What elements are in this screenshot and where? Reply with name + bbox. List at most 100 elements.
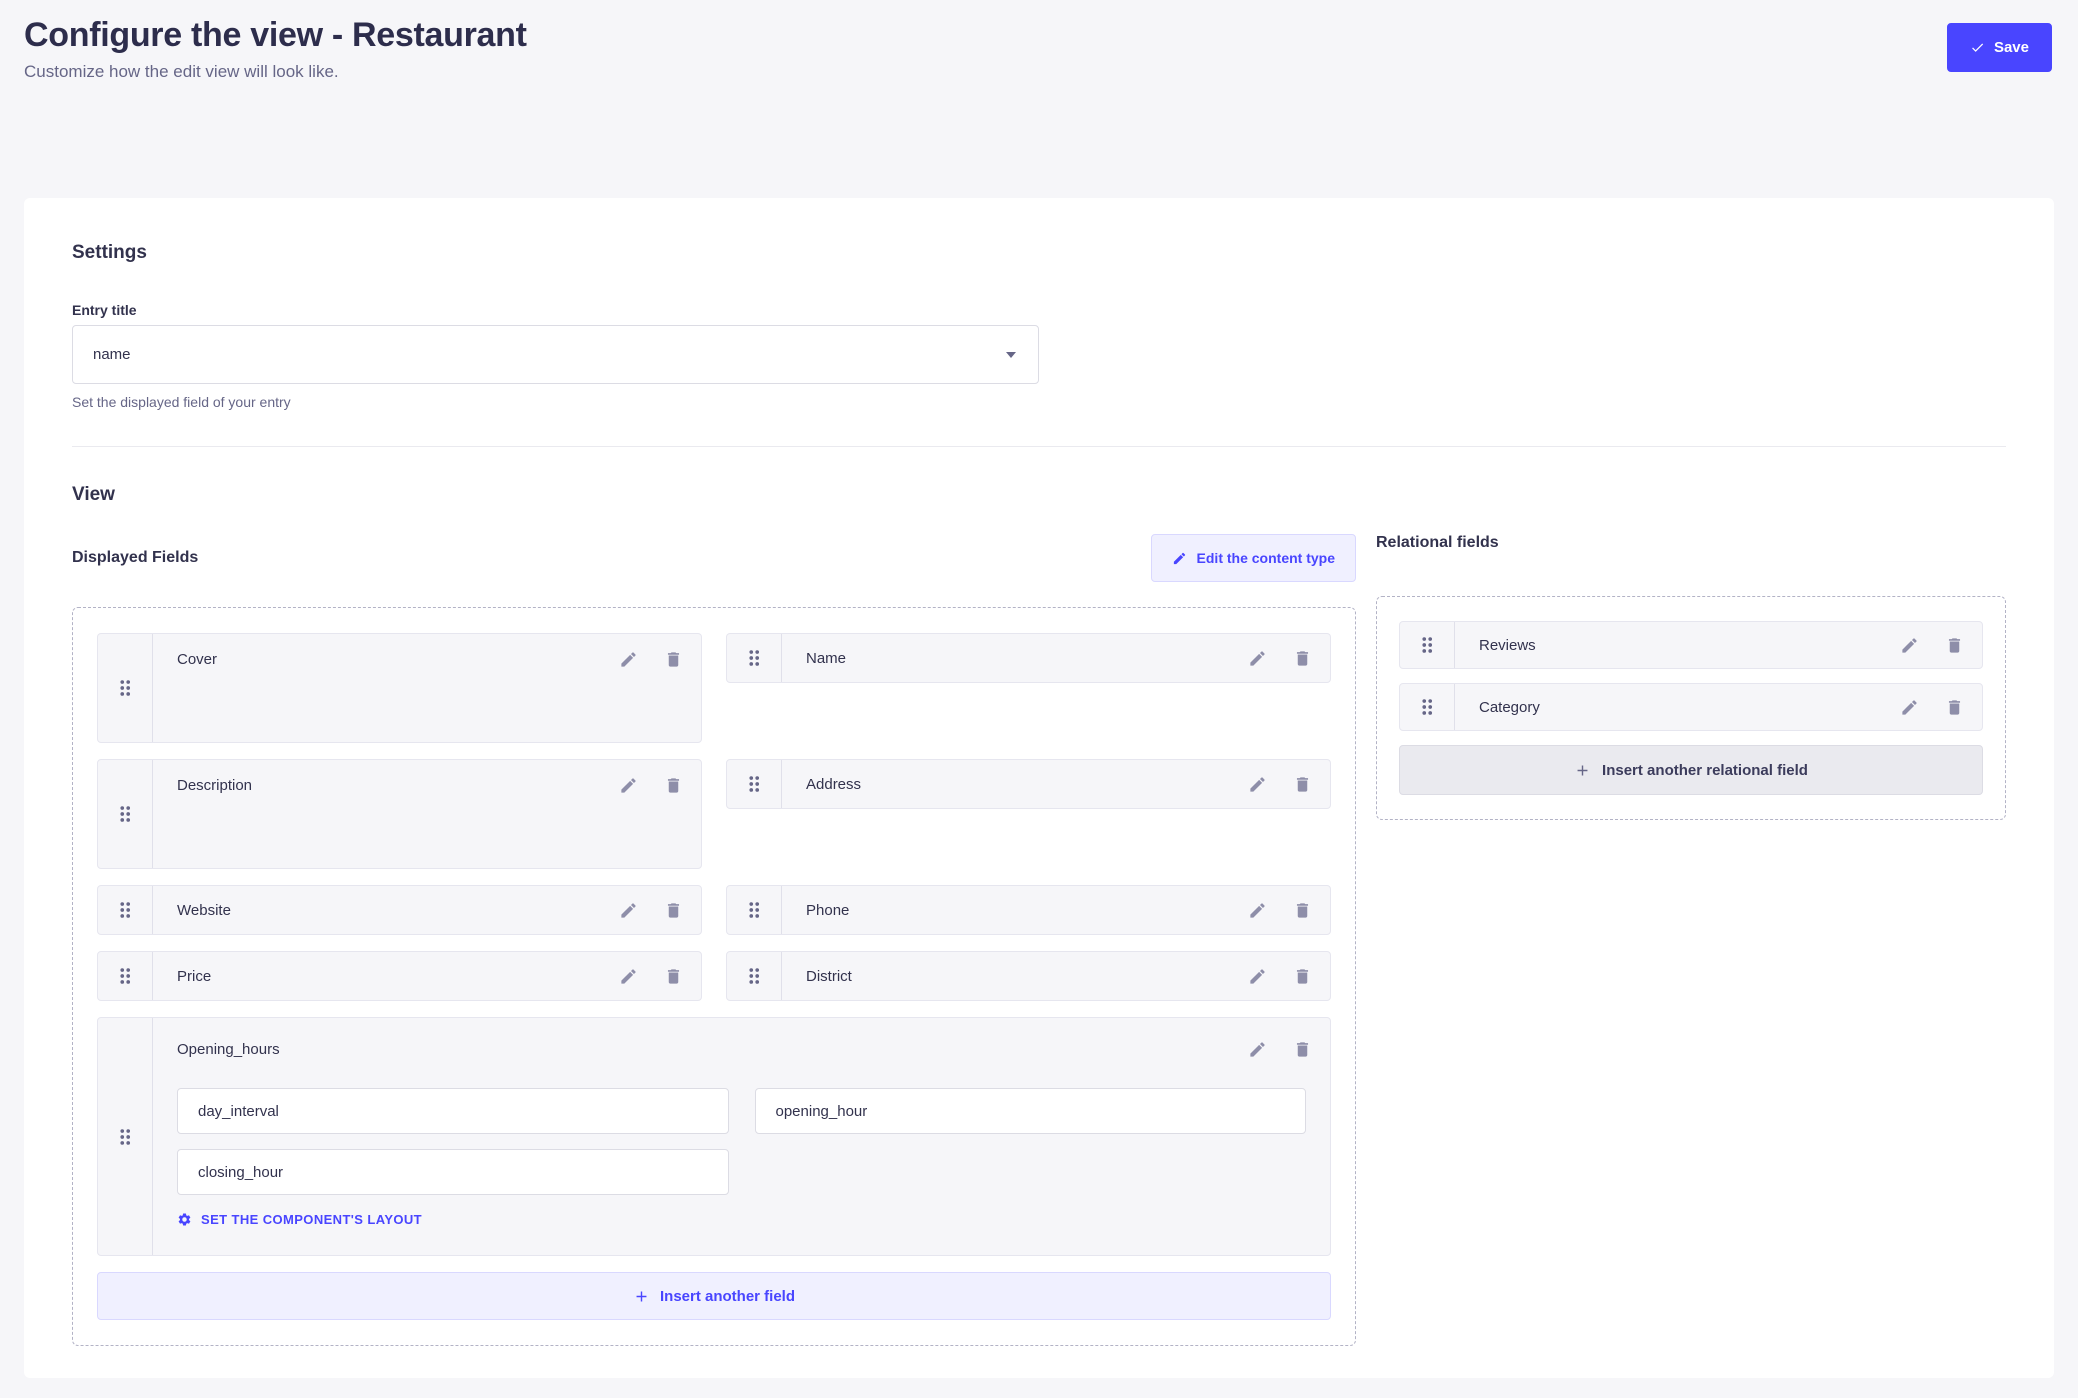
drag-dots-icon: [743, 963, 765, 989]
edit-field-button[interactable]: [1248, 1040, 1267, 1059]
field-card-cover: Cover: [97, 633, 702, 743]
field-card-address: Address: [726, 759, 1331, 809]
drag-handle[interactable]: [98, 886, 153, 934]
field-label: Phone: [806, 902, 1248, 919]
gear-icon: [177, 1212, 192, 1227]
drag-dots-icon: [1416, 694, 1438, 720]
pencil-icon: [1172, 551, 1187, 566]
pencil-icon: [1248, 901, 1267, 920]
delete-field-button[interactable]: [664, 967, 683, 986]
field-card-name: Name: [726, 633, 1331, 683]
check-icon: [1970, 40, 1985, 55]
delete-field-button[interactable]: [664, 901, 683, 920]
insert-another-field-button[interactable]: Insert another field: [97, 1272, 1331, 1320]
configure-view-card: Settings Entry title name Set the displa…: [24, 198, 2054, 1378]
drag-handle[interactable]: [98, 634, 153, 742]
delete-field-button[interactable]: [1945, 636, 1964, 655]
edit-content-type-label: Edit the content type: [1197, 550, 1335, 566]
pencil-icon: [1248, 649, 1267, 668]
drag-handle[interactable]: [727, 634, 782, 682]
chevron-down-icon: [1006, 352, 1016, 358]
edit-field-button[interactable]: [619, 901, 638, 920]
trash-icon: [664, 776, 683, 795]
drag-dots-icon: [114, 675, 136, 701]
relational-card-reviews: Reviews: [1399, 621, 1983, 669]
edit-field-button[interactable]: [619, 967, 638, 986]
set-component-layout-link[interactable]: SET THE COMPONENT'S LAYOUT: [177, 1212, 422, 1227]
edit-field-button[interactable]: [1900, 698, 1919, 717]
field-label: Price: [177, 968, 619, 985]
drag-handle[interactable]: [98, 1018, 153, 1255]
save-button[interactable]: Save: [1947, 23, 2052, 72]
entry-title-label: Entry title: [72, 302, 1039, 318]
pencil-icon: [619, 967, 638, 986]
field-card-phone: Phone: [726, 885, 1331, 935]
field-card-description: Description: [97, 759, 702, 869]
subfield-label: closing_hour: [198, 1164, 283, 1181]
component-subfield-day-interval[interactable]: day_interval: [177, 1088, 729, 1134]
relational-card-category: Category: [1399, 683, 1983, 731]
field-card-website: Website: [97, 885, 702, 935]
delete-field-button[interactable]: [664, 776, 683, 795]
delete-field-button[interactable]: [1293, 901, 1312, 920]
component-subfield-opening-hour[interactable]: opening_hour: [755, 1088, 1307, 1134]
edit-field-button[interactable]: [1248, 775, 1267, 794]
drag-handle[interactable]: [98, 760, 153, 868]
subfield-label: opening_hour: [776, 1103, 868, 1120]
component-subfield-closing-hour[interactable]: closing_hour: [177, 1149, 729, 1195]
field-label: Address: [806, 776, 1248, 793]
drag-handle[interactable]: [1400, 684, 1455, 730]
relational-fields-heading: Relational fields: [1376, 534, 1499, 552]
drag-handle[interactable]: [727, 760, 782, 808]
delete-field-button[interactable]: [1293, 967, 1312, 986]
field-label: Reviews: [1479, 637, 1900, 654]
pencil-icon: [1248, 967, 1267, 986]
subfield-label: day_interval: [198, 1103, 279, 1120]
drag-handle[interactable]: [727, 886, 782, 934]
relational-fields-dropzone: Reviews C: [1376, 596, 2006, 820]
displayed-fields-heading: Displayed Fields: [72, 549, 198, 567]
trash-icon: [1945, 636, 1964, 655]
entry-title-block: Entry title name Set the displayed field…: [72, 302, 1039, 410]
plus-icon: [633, 1288, 650, 1305]
field-card-price: Price: [97, 951, 702, 1001]
field-label: Website: [177, 902, 619, 919]
edit-field-button[interactable]: [1248, 901, 1267, 920]
delete-field-button[interactable]: [1293, 1040, 1312, 1059]
edit-field-button[interactable]: [619, 650, 638, 669]
pencil-icon: [619, 901, 638, 920]
edit-content-type-button[interactable]: Edit the content type: [1151, 534, 1356, 582]
drag-dots-icon: [114, 1124, 136, 1150]
entry-title-selected-value: name: [93, 346, 131, 363]
edit-field-button[interactable]: [619, 776, 638, 795]
field-label: Name: [806, 650, 1248, 667]
page-header: Configure the view - Restaurant Customiz…: [0, 0, 2078, 198]
trash-icon: [1945, 698, 1964, 717]
edit-field-button[interactable]: [1248, 649, 1267, 668]
drag-handle[interactable]: [98, 952, 153, 1000]
drag-dots-icon: [114, 897, 136, 923]
drag-dots-icon: [743, 771, 765, 797]
drag-dots-icon: [743, 897, 765, 923]
delete-field-button[interactable]: [1945, 698, 1964, 717]
trash-icon: [1293, 1040, 1312, 1059]
trash-icon: [1293, 901, 1312, 920]
delete-field-button[interactable]: [1293, 649, 1312, 668]
delete-field-button[interactable]: [664, 650, 683, 669]
delete-field-button[interactable]: [1293, 775, 1312, 794]
edit-field-button[interactable]: [1900, 636, 1919, 655]
relational-fields-column: Relational fields Reviews: [1376, 534, 2006, 820]
displayed-fields-column: Displayed Fields Edit the content type C…: [72, 534, 1356, 1346]
insert-another-field-label: Insert another field: [660, 1288, 795, 1305]
pencil-icon: [1900, 636, 1919, 655]
insert-another-relational-field-button[interactable]: Insert another relational field: [1399, 745, 1983, 795]
trash-icon: [664, 967, 683, 986]
drag-dots-icon: [114, 963, 136, 989]
drag-dots-icon: [114, 801, 136, 827]
trash-icon: [664, 901, 683, 920]
field-label: Category: [1479, 699, 1900, 716]
edit-field-button[interactable]: [1248, 967, 1267, 986]
drag-handle[interactable]: [727, 952, 782, 1000]
entry-title-select[interactable]: name: [72, 325, 1039, 384]
drag-handle[interactable]: [1400, 622, 1455, 668]
